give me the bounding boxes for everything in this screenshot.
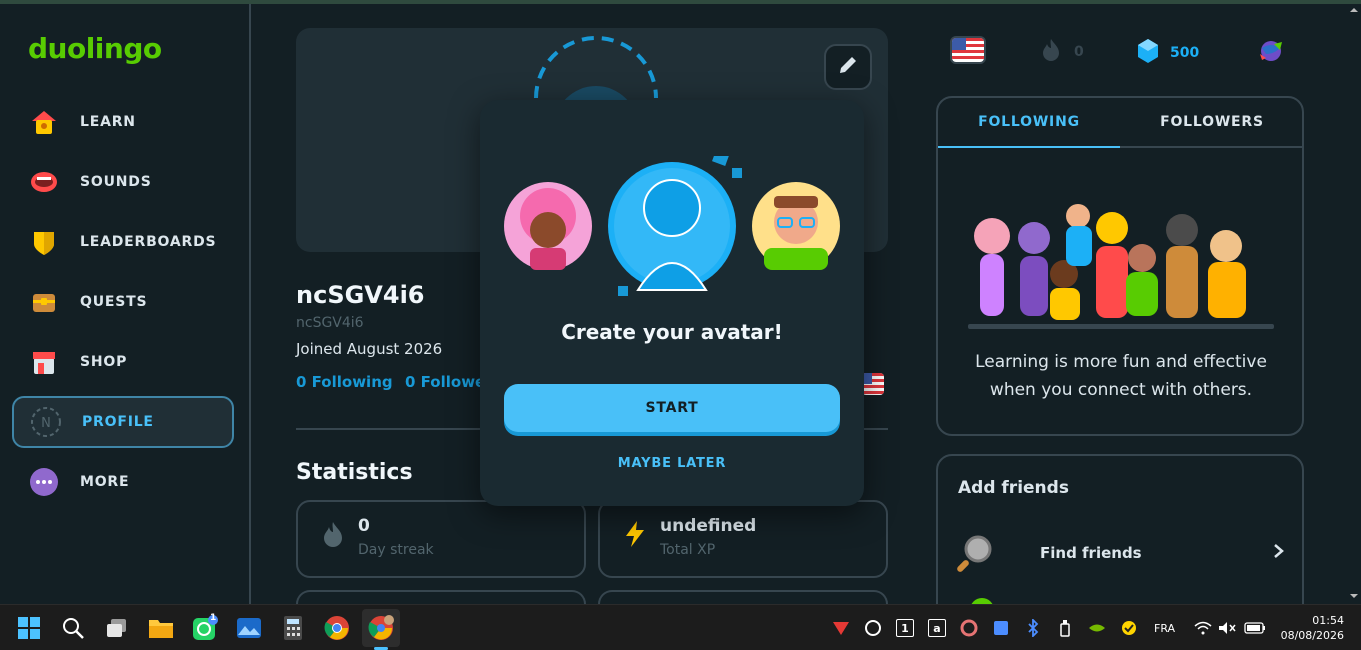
clock-time: 01:54 xyxy=(1312,614,1344,627)
streak-counter[interactable]: 0 xyxy=(1040,38,1084,66)
pencil-icon xyxy=(837,54,859,80)
tab-following[interactable]: FOLLOWING xyxy=(938,98,1120,148)
page-scrollbar[interactable] xyxy=(1347,4,1361,604)
usb-icon[interactable] xyxy=(1056,619,1074,637)
system-clock[interactable]: 01:54 08/08/2026 xyxy=(1278,613,1344,643)
photos-icon[interactable] xyxy=(236,615,262,641)
following-count-link[interactable]: 0 Following xyxy=(296,373,393,391)
volume-muted-icon[interactable] xyxy=(1218,619,1236,637)
chrome-icon[interactable] xyxy=(324,615,350,641)
sidebar-item-label: MORE xyxy=(80,474,130,490)
sidebar-item-learn[interactable]: LEARN xyxy=(12,96,234,148)
maybe-later-button[interactable]: MAYBE LATER xyxy=(480,456,864,471)
tab-followers[interactable]: FOLLOWERS xyxy=(1120,98,1302,148)
create-avatar-modal: Create your avatar! START MAYBE LATER xyxy=(480,100,864,506)
profile-avatar-letter: N xyxy=(41,416,51,431)
nvidia-icon[interactable] xyxy=(1088,619,1106,637)
profile-icon: N xyxy=(30,406,62,438)
stat-value: 0 xyxy=(358,516,370,536)
sidebar: duolingo LEARN SOUNDS LEADERBOARDS QUEST… xyxy=(0,4,251,604)
clock-date: 08/08/2026 xyxy=(1280,629,1344,642)
sync-tray-icon[interactable] xyxy=(960,619,978,637)
chevron-right-icon xyxy=(1272,543,1286,563)
app-tray-icon-a[interactable]: a xyxy=(928,619,946,637)
search-icon[interactable] xyxy=(60,615,86,641)
statistics-heading: Statistics xyxy=(296,460,413,485)
avatar-examples-illustration xyxy=(502,148,842,300)
sidebar-item-leaderboards[interactable]: LEADERBOARDS xyxy=(12,216,234,268)
flame-icon xyxy=(320,520,346,548)
modal-title: Create your avatar! xyxy=(561,320,783,344)
add-friends-panel: Add friends Find friends xyxy=(936,454,1304,624)
following-panel: FOLLOWING FOLLOWERS Learning is more fun… xyxy=(936,96,1304,436)
shield-icon xyxy=(28,226,60,258)
friends-group-illustration xyxy=(968,196,1274,334)
gem-count: 500 xyxy=(1170,45,1200,61)
sidebar-item-label: SHOP xyxy=(80,354,128,370)
task-view-icon[interactable] xyxy=(104,615,130,641)
profile-name: ncSGV4i6 xyxy=(296,281,425,309)
wifi-icon[interactable] xyxy=(1194,619,1212,637)
streak-count: 0 xyxy=(1074,44,1084,60)
stat-card-partial xyxy=(296,590,586,604)
shop-icon xyxy=(28,346,60,378)
sidebar-item-quests[interactable]: QUESTS xyxy=(12,276,234,328)
windows-taskbar: 1 1 a FRA 01:54 08/08/2026 xyxy=(0,604,1361,650)
notification-badge: 1 xyxy=(210,613,217,623)
duolingo-logo[interactable]: duolingo xyxy=(28,32,162,65)
magnifier-icon xyxy=(956,533,996,573)
stat-value: undefined xyxy=(660,516,757,536)
antivirus-icon[interactable] xyxy=(832,619,850,637)
whatsapp-tray-icon[interactable] xyxy=(864,619,882,637)
sidebar-item-label: QUESTS xyxy=(80,294,148,310)
stat-card-xp: undefined Total XP xyxy=(598,500,888,578)
bluetooth-icon[interactable] xyxy=(1024,619,1042,637)
globe-super-icon xyxy=(1256,38,1286,68)
home-icon xyxy=(28,106,60,138)
more-icon xyxy=(28,466,60,498)
security-tray-icon[interactable] xyxy=(992,619,1010,637)
mouth-icon xyxy=(28,166,60,198)
battery-icon[interactable] xyxy=(1244,619,1266,637)
follow-message: Learning is more fun and effective when … xyxy=(975,352,1267,400)
add-friends-heading: Add friends xyxy=(958,478,1069,498)
lightning-icon xyxy=(622,520,648,548)
sidebar-item-shop[interactable]: SHOP xyxy=(12,336,234,388)
windows-start-icon[interactable] xyxy=(16,615,42,641)
sidebar-item-label: LEADERBOARDS xyxy=(80,234,217,250)
sidebar-item-more[interactable]: MORE xyxy=(12,456,234,508)
sidebar-item-sounds[interactable]: SOUNDS xyxy=(12,156,234,208)
stat-label: Day streak xyxy=(358,542,434,558)
profile-handle: ncSGV4i6 xyxy=(296,315,364,331)
norton-icon[interactable] xyxy=(1120,619,1138,637)
app-tray-icon-1[interactable]: 1 xyxy=(896,619,914,637)
whatsapp-icon[interactable]: 1 xyxy=(192,613,218,641)
language-flag-icon[interactable] xyxy=(950,36,986,64)
sidebar-item-profile[interactable]: N PROFILE xyxy=(12,396,234,448)
chest-icon xyxy=(28,286,60,318)
input-language[interactable]: FRA xyxy=(1154,622,1175,635)
sidebar-item-label: LEARN xyxy=(80,114,136,130)
stat-label: Total XP xyxy=(660,542,716,558)
super-icon-button[interactable] xyxy=(1256,38,1286,68)
joined-date: Joined August 2026 xyxy=(296,340,443,358)
edit-avatar-button[interactable] xyxy=(824,44,872,90)
stat-card-streak: 0 Day streak xyxy=(296,500,586,578)
file-explorer-icon[interactable] xyxy=(148,615,174,641)
chrome-profile-icon[interactable] xyxy=(362,609,400,650)
flame-icon xyxy=(1040,38,1062,66)
gem-icon xyxy=(1136,38,1160,68)
stat-card-partial xyxy=(598,590,888,604)
find-friends-label: Find friends xyxy=(1040,544,1142,562)
start-button[interactable]: START xyxy=(504,384,840,432)
calculator-icon[interactable] xyxy=(280,615,306,641)
gems-counter[interactable]: 500 xyxy=(1136,38,1199,68)
sidebar-item-label: SOUNDS xyxy=(80,174,152,190)
find-friends-row[interactable]: Find friends xyxy=(956,528,1286,578)
course-flag-icon[interactable] xyxy=(862,373,884,395)
sidebar-item-label: PROFILE xyxy=(82,414,154,430)
